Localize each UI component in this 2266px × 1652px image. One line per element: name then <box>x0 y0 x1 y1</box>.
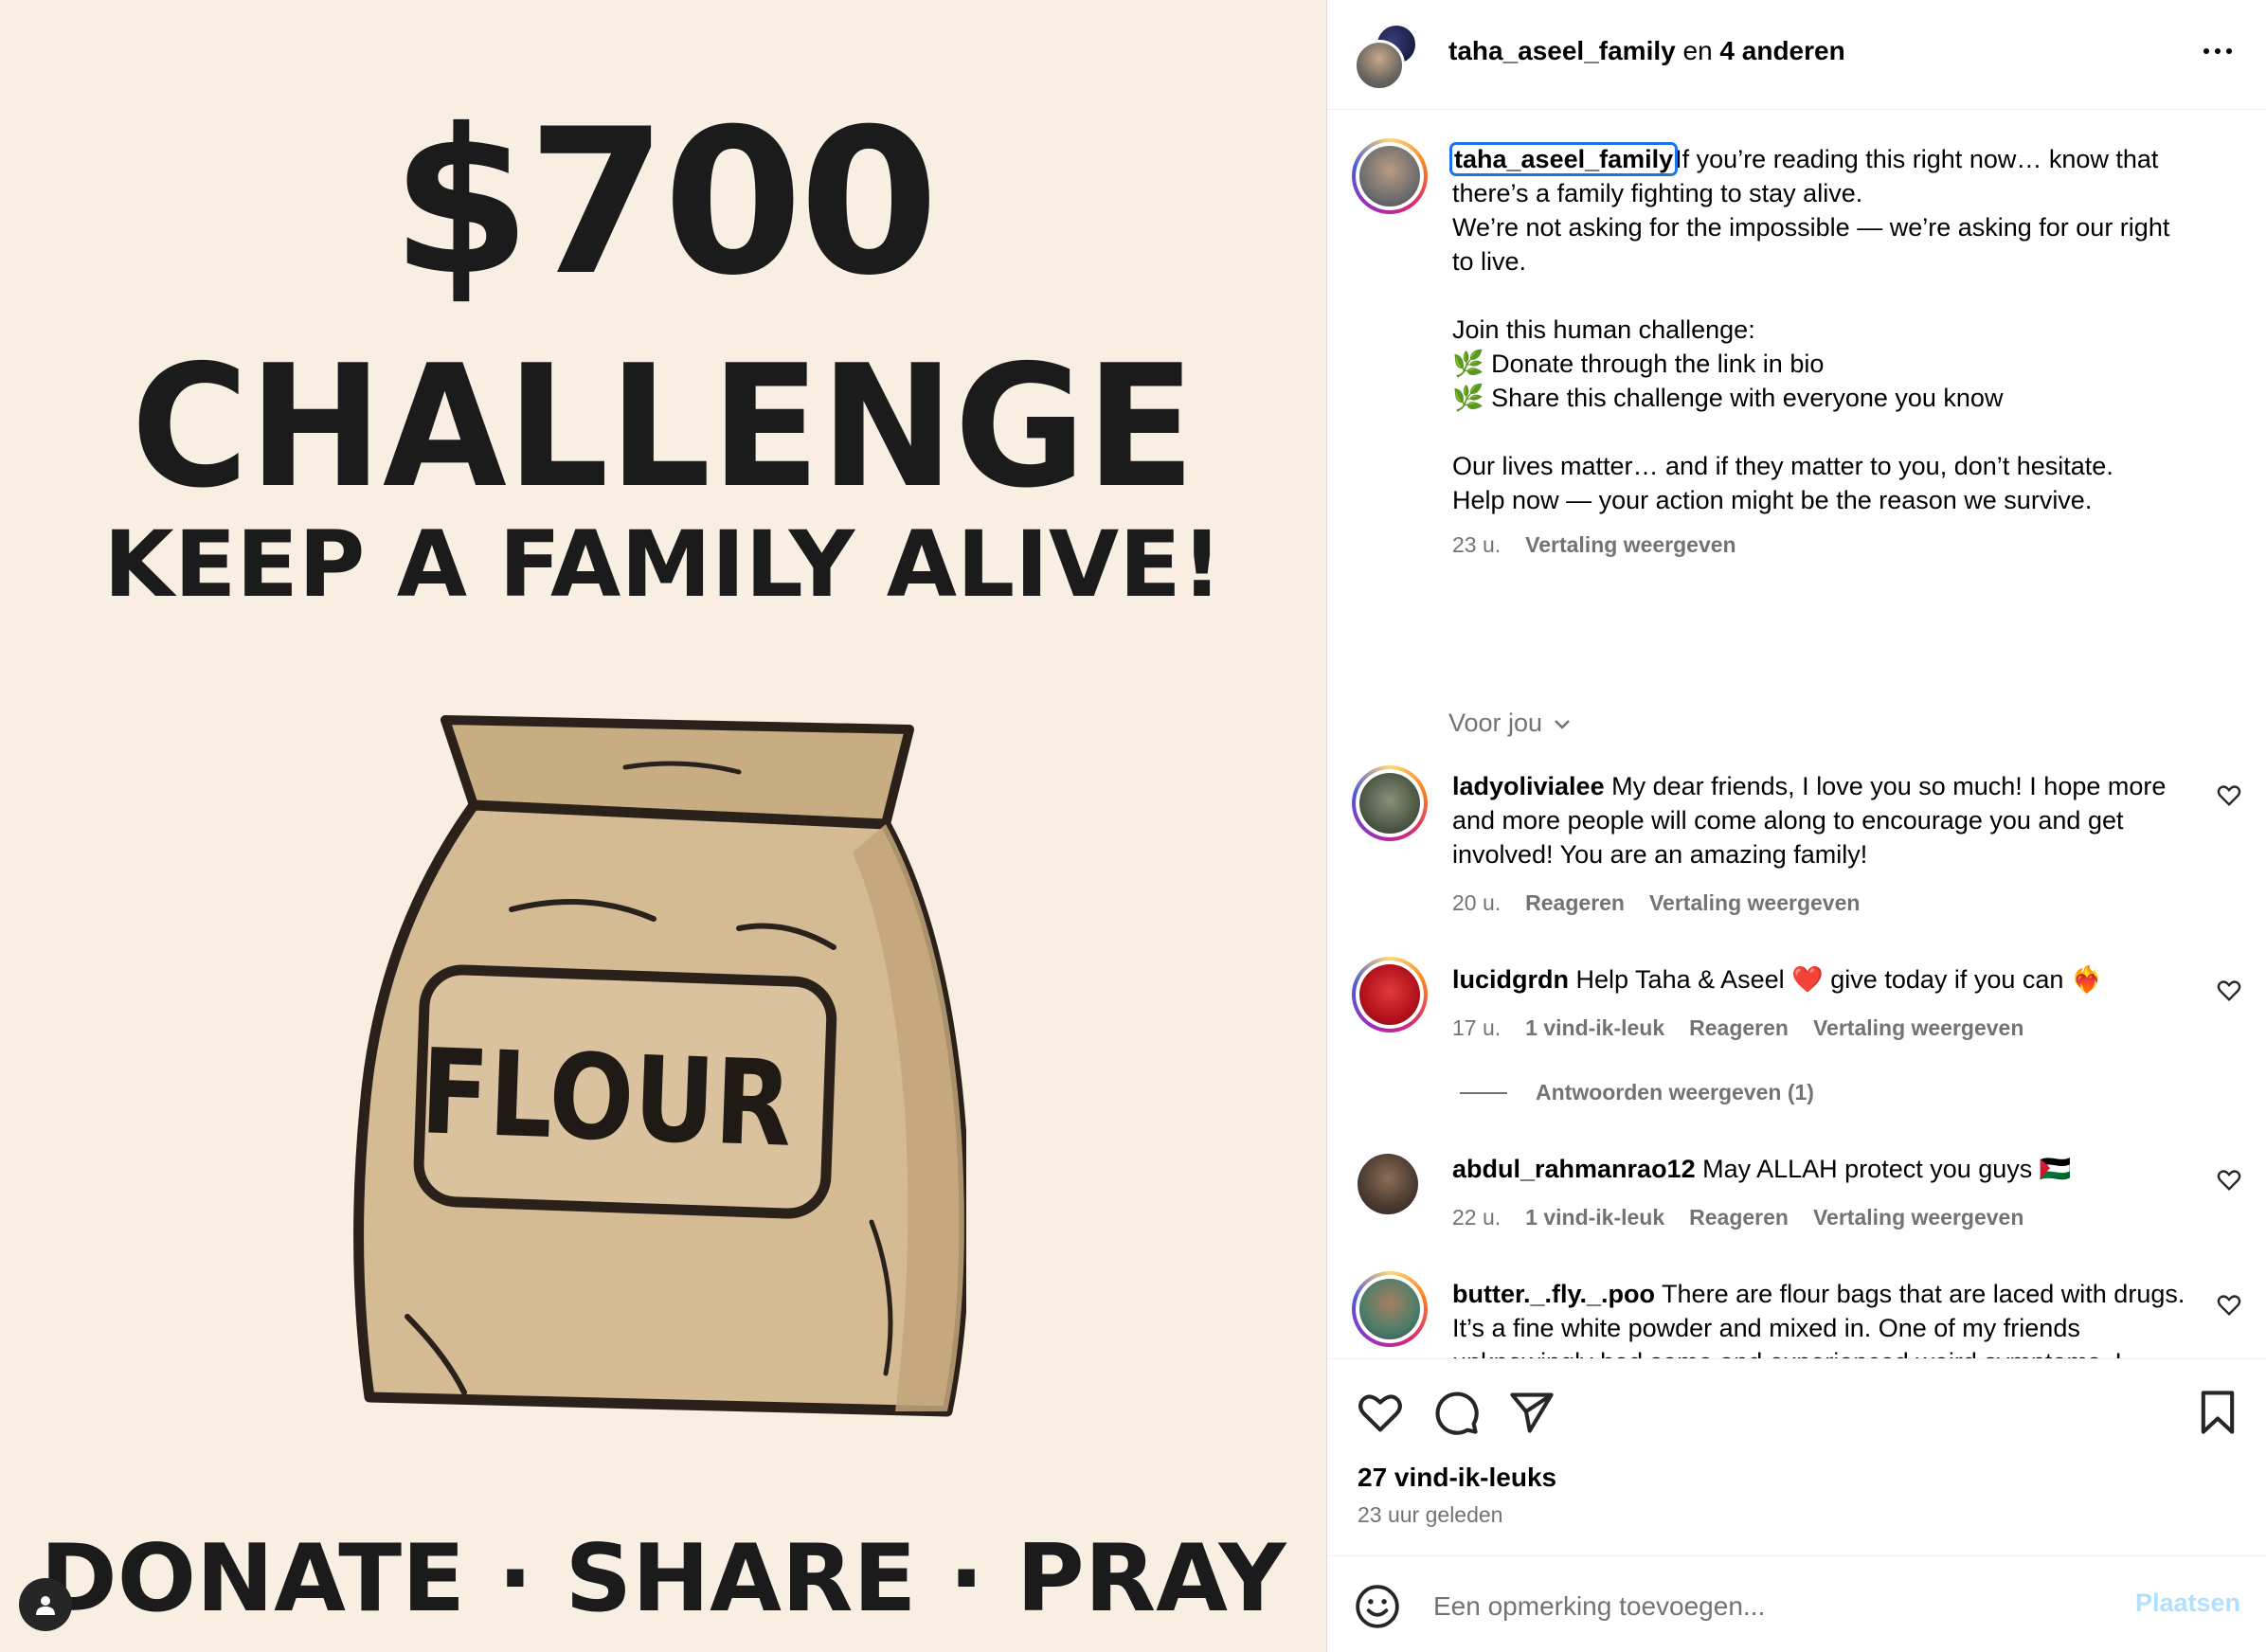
caption-time: 23 u. <box>1452 532 1502 557</box>
chevron-down-icon <box>1555 719 1570 729</box>
caption-line-4: 🌿 Donate through the link in bio <box>1452 350 1825 378</box>
replies-divider <box>1460 1091 1507 1094</box>
comment-avatar[interactable] <box>1352 957 1428 1032</box>
comment-like-heart-icon[interactable] <box>2216 1167 2242 1194</box>
post-comment-button[interactable]: Plaatsen <box>2135 1589 2240 1618</box>
translate-link[interactable]: Vertaling weergeven <box>1813 1203 2023 1231</box>
header-collab-joiner: en <box>1675 36 1720 65</box>
flour-label-text: FLOUR <box>418 1024 795 1174</box>
poster-challenge: CHALLENGE <box>131 329 1196 525</box>
likes-count[interactable]: 27 vind-ik-leuks <box>1358 1463 1556 1493</box>
poster-footer: DONATE · SHARE · PRAY <box>40 1525 1286 1633</box>
comment-username[interactable]: lucidgrdn <box>1452 965 1569 994</box>
post-image[interactable]: $700 CHALLENGE KEEP A FAMILY ALIVE! FLOU… <box>0 0 1326 1652</box>
reply-link[interactable]: Reageren <box>1525 889 1625 917</box>
comment-like-heart-icon[interactable] <box>2216 978 2242 1004</box>
caption-meta: 23 u. Vertaling weergeven <box>1452 530 1736 559</box>
comment-like-heart-icon[interactable] <box>2216 1292 2242 1319</box>
caption-line-5: 🌿 Share this challenge with everyone you… <box>1452 384 2004 412</box>
caption-avatar[interactable] <box>1352 138 1428 214</box>
comment-icon[interactable] <box>1431 1388 1481 1437</box>
comment-meta: 20 u. Reageren Vertaling weergeven <box>1452 889 1860 917</box>
caption-line-6: Our lives matter… and if they matter to … <box>1452 452 2113 480</box>
post-header: taha_aseel_family en 4 anderen <box>1327 0 2266 110</box>
comments-list[interactable]: taha_aseel_familyIf you’re reading this … <box>1327 110 2266 1358</box>
header-username[interactable]: taha_aseel_family <box>1448 36 1676 65</box>
caption-username[interactable]: taha_aseel_family <box>1448 142 1679 176</box>
comment-time: 22 u. <box>1452 1205 1502 1230</box>
poster-subtitle: KEEP A FAMILY ALIVE! <box>103 512 1223 618</box>
comment-avatar[interactable] <box>1352 1271 1428 1347</box>
bookmark-icon[interactable] <box>2193 1388 2242 1437</box>
comment-username[interactable]: abdul_rahmanrao12 <box>1452 1155 1696 1183</box>
caption-translate-link[interactable]: Vertaling weergeven <box>1525 530 1735 559</box>
post-timestamp[interactable]: 23 uur geleden <box>1358 1502 1502 1528</box>
comment-body: May ALLAH protect you guys 🇵🇸 <box>1702 1155 2072 1183</box>
caption-text: taha_aseel_familyIf you’re reading this … <box>1448 142 2191 517</box>
emoji-icon[interactable] <box>1354 1583 1401 1630</box>
heart-icon[interactable] <box>1356 1388 1405 1437</box>
translate-link[interactable]: Vertaling weergeven <box>1813 1014 2023 1042</box>
comment-meta: 17 u. 1 vind-ik-leuk Reageren Vertaling … <box>1452 1014 2023 1042</box>
comment-text: ladyolivialee My dear friends, I love yo… <box>1452 769 2191 871</box>
sort-label: Voor jou <box>1448 709 1543 737</box>
comment-time: 20 u. <box>1452 890 1502 915</box>
reply-link[interactable]: Reageren <box>1689 1014 1789 1042</box>
reply-link[interactable]: Reageren <box>1689 1203 1789 1231</box>
comment-username[interactable]: ladyolivialee <box>1452 772 1605 800</box>
comment-likes-link[interactable]: 1 vind-ik-leuk <box>1525 1014 1664 1042</box>
comment-text: butter._.fly._.poo There are flour bags … <box>1452 1277 2191 1358</box>
view-replies-label: Antwoorden weergeven (1) <box>1536 1080 1814 1104</box>
comment-text: abdul_rahmanrao12 May ALLAH protect you … <box>1452 1152 2191 1186</box>
comment-input[interactable] <box>1431 1585 2117 1628</box>
comment-avatar[interactable] <box>1352 765 1428 841</box>
caption-line-3: Join this human challenge: <box>1452 315 1755 344</box>
caption-line-2: We’re not asking for the impossible — we… <box>1452 213 2170 276</box>
post-sidebar: taha_aseel_family en 4 anderen taha_asee… <box>1326 0 2266 1652</box>
view-replies-button[interactable]: Antwoorden weergeven (1) <box>1460 1080 1814 1105</box>
comment-body: Help Taha & Aseel ❤️ give today if you c… <box>1575 965 2103 994</box>
comment-username[interactable]: butter._.fly._.poo <box>1452 1280 1655 1308</box>
more-options-button[interactable] <box>2197 34 2239 68</box>
instagram-post-view: $700 CHALLENGE KEEP A FAMILY ALIVE! FLOU… <box>0 0 2266 1652</box>
more-icon <box>2203 48 2209 54</box>
poster-amount: $700 <box>390 85 939 319</box>
comment-like-heart-icon[interactable] <box>2216 782 2242 809</box>
header-others-link[interactable]: 4 anderen <box>1719 36 1844 65</box>
collab-avatar-primary <box>1354 40 1405 91</box>
header-title: taha_aseel_family en 4 anderen <box>1448 34 1845 68</box>
comment-meta: 22 u. 1 vind-ik-leuk Reageren Vertaling … <box>1452 1203 2023 1231</box>
comment-likes-link[interactable]: 1 vind-ik-leuk <box>1525 1203 1664 1231</box>
collab-avatars[interactable] <box>1354 23 1420 91</box>
sort-dropdown[interactable]: Voor jou <box>1448 709 1573 738</box>
comment-composer: Plaatsen <box>1327 1555 2266 1652</box>
user-tag-icon[interactable] <box>19 1578 72 1631</box>
comment-avatar[interactable] <box>1358 1154 1418 1214</box>
send-icon[interactable] <box>1507 1388 1556 1437</box>
translate-link[interactable]: Vertaling weergeven <box>1649 889 1860 917</box>
comment-text: lucidgrdn Help Taha & Aseel ❤️ give toda… <box>1452 962 2191 997</box>
comment-time: 17 u. <box>1452 1015 1502 1040</box>
caption-line-7: Help now — your action might be the reas… <box>1452 486 2093 514</box>
